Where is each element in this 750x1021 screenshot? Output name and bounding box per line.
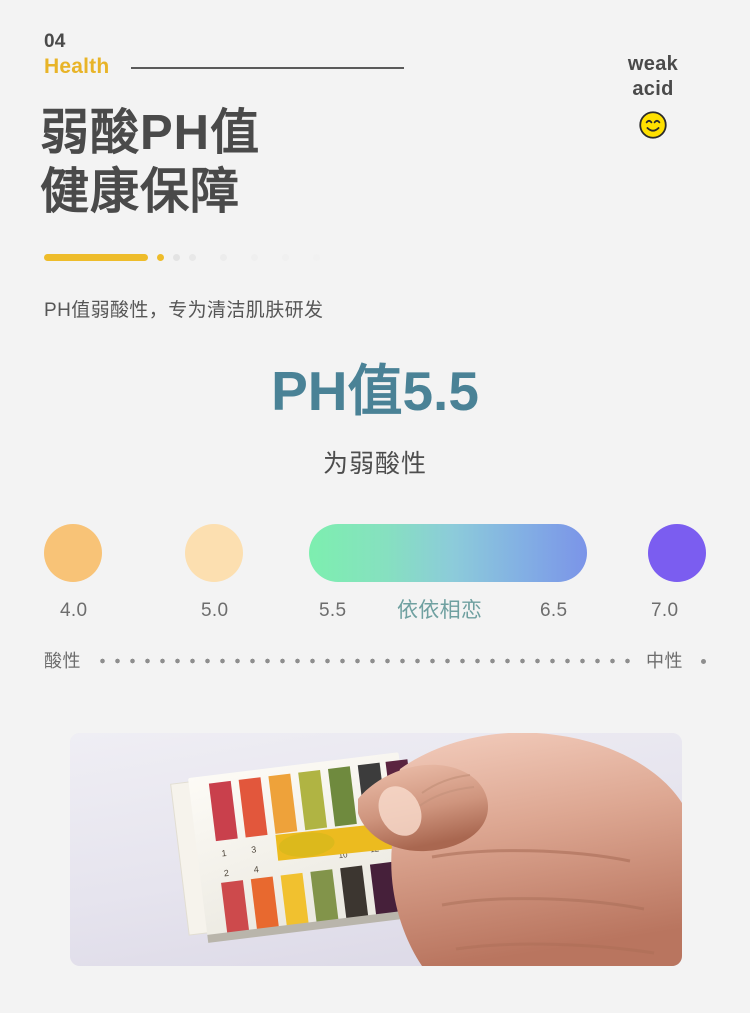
accent-bar (44, 254, 148, 261)
ph-scale-labels: 4.0 5.0 5.5 依依相恋 6.5 7.0 (44, 598, 706, 624)
ph-swatch-5-0 (185, 524, 243, 582)
ph-label-6-5: 6.5 (540, 600, 568, 621)
section-eyebrow: 04 Health (44, 31, 404, 79)
ph-band-5-5-to-6-5 (309, 524, 587, 582)
section-number: 04 (44, 31, 66, 52)
ph-axis-start-label: 酸性 (44, 651, 81, 671)
product-detail-page: 04 Health weak acid 弱酸PH值 健康保障 PH值弱酸性，专为… (0, 0, 750, 1021)
ph-label-4-0: 4.0 (60, 600, 88, 621)
weak-acid-line-1: weak (627, 53, 679, 75)
lead-description: PH值弱酸性，专为清洁肌肤研发 (44, 300, 324, 321)
ph-label-7-0: 7.0 (651, 600, 679, 621)
accent-dot-1 (173, 254, 180, 261)
accent-dot-active (157, 254, 164, 261)
ph-label-5-0: 5.0 (201, 600, 229, 621)
ph-axis: 酸性 中性 (44, 648, 706, 674)
accent-dot-2 (189, 254, 196, 261)
accent-dot-3 (220, 254, 227, 261)
ph-label-brand: 依依相恋 (397, 599, 483, 622)
accent-dot-4 (251, 254, 258, 261)
ph-test-strip-photo: 1 3 2 4 10 12 (70, 733, 682, 966)
ph-label-5-5: 5.5 (319, 600, 347, 621)
ph-swatch-7-0 (648, 524, 706, 582)
ph-swatch-4-0 (44, 524, 102, 582)
ph-value-subtitle: 为弱酸性 (322, 450, 427, 478)
bottom-white-strip (0, 1013, 750, 1021)
ph-axis-tail-dot (701, 658, 706, 664)
header-divider-rule (131, 66, 404, 69)
section-label: Health (44, 55, 110, 78)
ph-axis-dotted-line (95, 658, 632, 664)
ph-scale-swatches (44, 524, 706, 582)
accent-indicator (44, 254, 320, 261)
smiley-face-icon (639, 111, 667, 139)
weak-acid-line-2: acid (632, 78, 674, 100)
ph-value-headline: PH值5.5 (271, 360, 479, 422)
accent-dot-6 (313, 254, 320, 261)
page-title: 弱酸PH值 健康保障 (40, 106, 261, 219)
section-label-row: Health (44, 54, 404, 79)
weak-acid-badge: weak acid (598, 52, 708, 140)
accent-dot-5 (282, 254, 289, 261)
ph-test-strip-illustration: 1 3 2 4 10 12 (70, 733, 682, 966)
ph-axis-end-label: 中性 (646, 651, 683, 671)
